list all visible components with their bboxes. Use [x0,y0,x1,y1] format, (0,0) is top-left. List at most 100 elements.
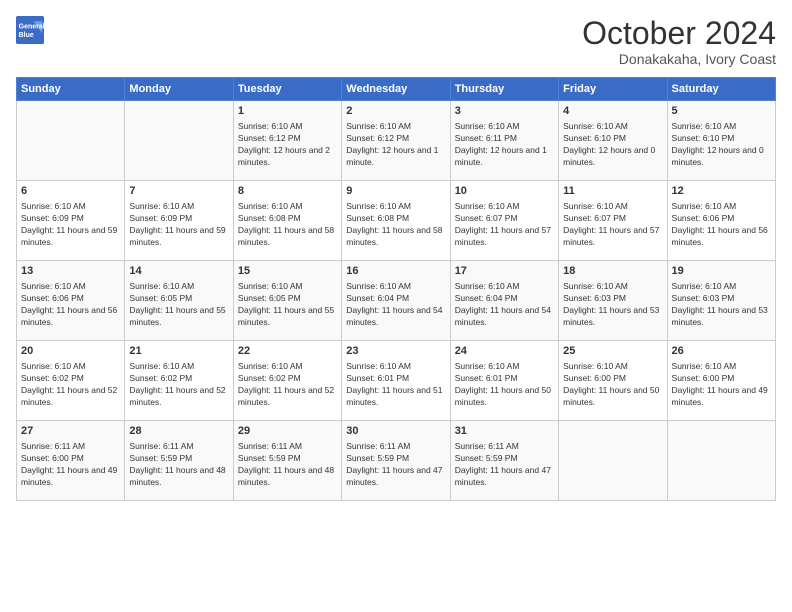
day-cell: 30 Sunrise: 6:11 AM Sunset: 5:59 PM Dayli… [342,421,450,501]
day-number: 7 [129,184,228,199]
day-cell [125,101,233,181]
day-info: Sunrise: 6:10 AM Sunset: 6:01 PM Dayligh… [455,361,554,409]
day-info: Sunrise: 6:10 AM Sunset: 6:07 PM Dayligh… [455,201,554,249]
header-sunday: Sunday [17,78,125,101]
week-row-1: 6 Sunrise: 6:10 AM Sunset: 6:09 PM Daylig… [17,181,776,261]
day-cell: 2 Sunrise: 6:10 AM Sunset: 6:12 PM Daylig… [342,101,450,181]
day-cell [667,421,775,501]
day-cell: 10 Sunrise: 6:10 AM Sunset: 6:07 PM Dayli… [450,181,558,261]
day-number: 20 [21,344,120,359]
title-block: October 2024 Donakakaha, Ivory Coast [582,16,776,67]
day-cell: 24 Sunrise: 6:10 AM Sunset: 6:01 PM Dayli… [450,341,558,421]
day-info: Sunrise: 6:10 AM Sunset: 6:06 PM Dayligh… [21,281,120,329]
day-number: 2 [346,104,445,119]
day-info: Sunrise: 6:10 AM Sunset: 6:10 PM Dayligh… [563,121,662,169]
day-info: Sunrise: 6:10 AM Sunset: 6:02 PM Dayligh… [129,361,228,409]
day-cell: 18Sunrise: 6:10 AM Sunset: 6:03 PM Dayli… [559,261,667,341]
day-number: 16 [346,264,445,279]
day-number: 29 [238,424,337,439]
day-cell [559,421,667,501]
day-info: Sunrise: 6:10 AM Sunset: 6:08 PM Dayligh… [238,201,337,249]
day-info: Sunrise: 6:10 AM Sunset: 6:10 PM Dayligh… [672,121,771,169]
logo: General Blue [16,16,44,44]
day-cell: 25 Sunrise: 6:10 AM Sunset: 6:00 PM Dayli… [559,341,667,421]
day-cell: 22Sunrise: 6:10 AM Sunset: 6:02 PM Dayli… [233,341,341,421]
day-number: 19 [672,264,771,279]
day-cell: 26 Sunrise: 6:10 AM Sunset: 6:00 PM Dayli… [667,341,775,421]
logo-icon: General Blue [16,16,44,44]
day-info: Sunrise: 6:10 AM Sunset: 6:06 PM Dayligh… [672,201,771,249]
day-info: Sunrise: 6:10 AM Sunset: 6:07 PM Dayligh… [563,201,662,249]
day-number: 31 [455,424,554,439]
day-info: Sunrise: 6:10 AM Sunset: 6:00 PM Dayligh… [672,361,771,409]
weekday-row: Sunday Monday Tuesday Wednesday Thursday… [17,78,776,101]
header-monday: Monday [125,78,233,101]
day-number: 24 [455,344,554,359]
day-cell: 8 Sunrise: 6:10 AM Sunset: 6:08 PM Daylig… [233,181,341,261]
day-number: 8 [238,184,337,199]
day-cell: 5Sunrise: 6:10 AM Sunset: 6:10 PM Daylig… [667,101,775,181]
calendar-table: Sunday Monday Tuesday Wednesday Thursday… [16,77,776,501]
day-cell: 6 Sunrise: 6:10 AM Sunset: 6:09 PM Daylig… [17,181,125,261]
day-cell: 15 Sunrise: 6:10 AM Sunset: 6:05 PM Dayli… [233,261,341,341]
header: General Blue October 2024 Donakakaha, Iv… [16,16,776,67]
day-info: Sunrise: 6:10 AM Sunset: 6:02 PM Dayligh… [21,361,120,409]
month-title: October 2024 [582,16,776,51]
day-number: 9 [346,184,445,199]
day-number: 15 [238,264,337,279]
day-info: Sunrise: 6:10 AM Sunset: 6:00 PM Dayligh… [563,361,662,409]
day-info: Sunrise: 6:10 AM Sunset: 6:04 PM Dayligh… [455,281,554,329]
day-cell: 28Sunrise: 6:11 AM Sunset: 5:59 PM Dayli… [125,421,233,501]
day-number: 14 [129,264,228,279]
day-number: 6 [21,184,120,199]
day-cell: 4Sunrise: 6:10 AM Sunset: 6:10 PM Daylig… [559,101,667,181]
day-number: 27 [21,424,120,439]
day-info: Sunrise: 6:10 AM Sunset: 6:09 PM Dayligh… [21,201,120,249]
week-row-4: 27Sunrise: 6:11 AM Sunset: 6:00 PM Dayli… [17,421,776,501]
day-number: 21 [129,344,228,359]
day-number: 10 [455,184,554,199]
header-wednesday: Wednesday [342,78,450,101]
day-number: 1 [238,104,337,119]
week-row-2: 13 Sunrise: 6:10 AM Sunset: 6:06 PM Dayli… [17,261,776,341]
day-info: Sunrise: 6:11 AM Sunset: 5:59 PM Dayligh… [238,441,337,489]
day-cell: 3 Sunrise: 6:10 AM Sunset: 6:11 PM Daylig… [450,101,558,181]
day-number: 26 [672,344,771,359]
day-info: Sunrise: 6:10 AM Sunset: 6:05 PM Dayligh… [129,281,228,329]
day-cell: 19 Sunrise: 6:10 AM Sunset: 6:03 PM Dayli… [667,261,775,341]
day-info: Sunrise: 6:10 AM Sunset: 6:04 PM Dayligh… [346,281,445,329]
calendar-body: 1 Sunrise: 6:10 AM Sunset: 6:12 PM Daylig… [17,101,776,501]
day-cell: 29 Sunrise: 6:11 AM Sunset: 5:59 PM Dayli… [233,421,341,501]
day-number: 12 [672,184,771,199]
day-cell: 21 Sunrise: 6:10 AM Sunset: 6:02 PM Dayli… [125,341,233,421]
day-info: Sunrise: 6:10 AM Sunset: 6:11 PM Dayligh… [455,121,554,169]
week-row-3: 20 Sunrise: 6:10 AM Sunset: 6:02 PM Dayli… [17,341,776,421]
svg-text:Blue: Blue [19,32,34,39]
day-number: 25 [563,344,662,359]
header-thursday: Thursday [450,78,558,101]
day-info: Sunrise: 6:10 AM Sunset: 6:03 PM Dayligh… [672,281,771,329]
day-cell: 12 Sunrise: 6:10 AM Sunset: 6:06 PM Dayli… [667,181,775,261]
day-info: Sunrise: 6:10 AM Sunset: 6:03 PM Dayligh… [563,281,662,329]
day-number: 3 [455,104,554,119]
day-info: Sunrise: 6:10 AM Sunset: 6:05 PM Dayligh… [238,281,337,329]
location-subtitle: Donakakaha, Ivory Coast [582,51,776,67]
day-number: 17 [455,264,554,279]
day-cell: 13 Sunrise: 6:10 AM Sunset: 6:06 PM Dayli… [17,261,125,341]
day-info: Sunrise: 6:11 AM Sunset: 5:59 PM Dayligh… [129,441,228,489]
svg-text:General: General [19,23,44,30]
day-cell [17,101,125,181]
day-cell: 17 Sunrise: 6:10 AM Sunset: 6:04 PM Dayli… [450,261,558,341]
day-info: Sunrise: 6:10 AM Sunset: 6:09 PM Dayligh… [129,201,228,249]
day-number: 23 [346,344,445,359]
day-info: Sunrise: 6:11 AM Sunset: 5:59 PM Dayligh… [346,441,445,489]
day-number: 30 [346,424,445,439]
header-tuesday: Tuesday [233,78,341,101]
day-cell: 7 Sunrise: 6:10 AM Sunset: 6:09 PM Daylig… [125,181,233,261]
day-number: 13 [21,264,120,279]
day-info: Sunrise: 6:10 AM Sunset: 6:02 PM Dayligh… [238,361,337,409]
calendar-header: Sunday Monday Tuesday Wednesday Thursday… [17,78,776,101]
header-friday: Friday [559,78,667,101]
day-info: Sunrise: 6:10 AM Sunset: 6:12 PM Dayligh… [346,121,445,169]
day-cell: 31Sunrise: 6:11 AM Sunset: 5:59 PM Dayli… [450,421,558,501]
